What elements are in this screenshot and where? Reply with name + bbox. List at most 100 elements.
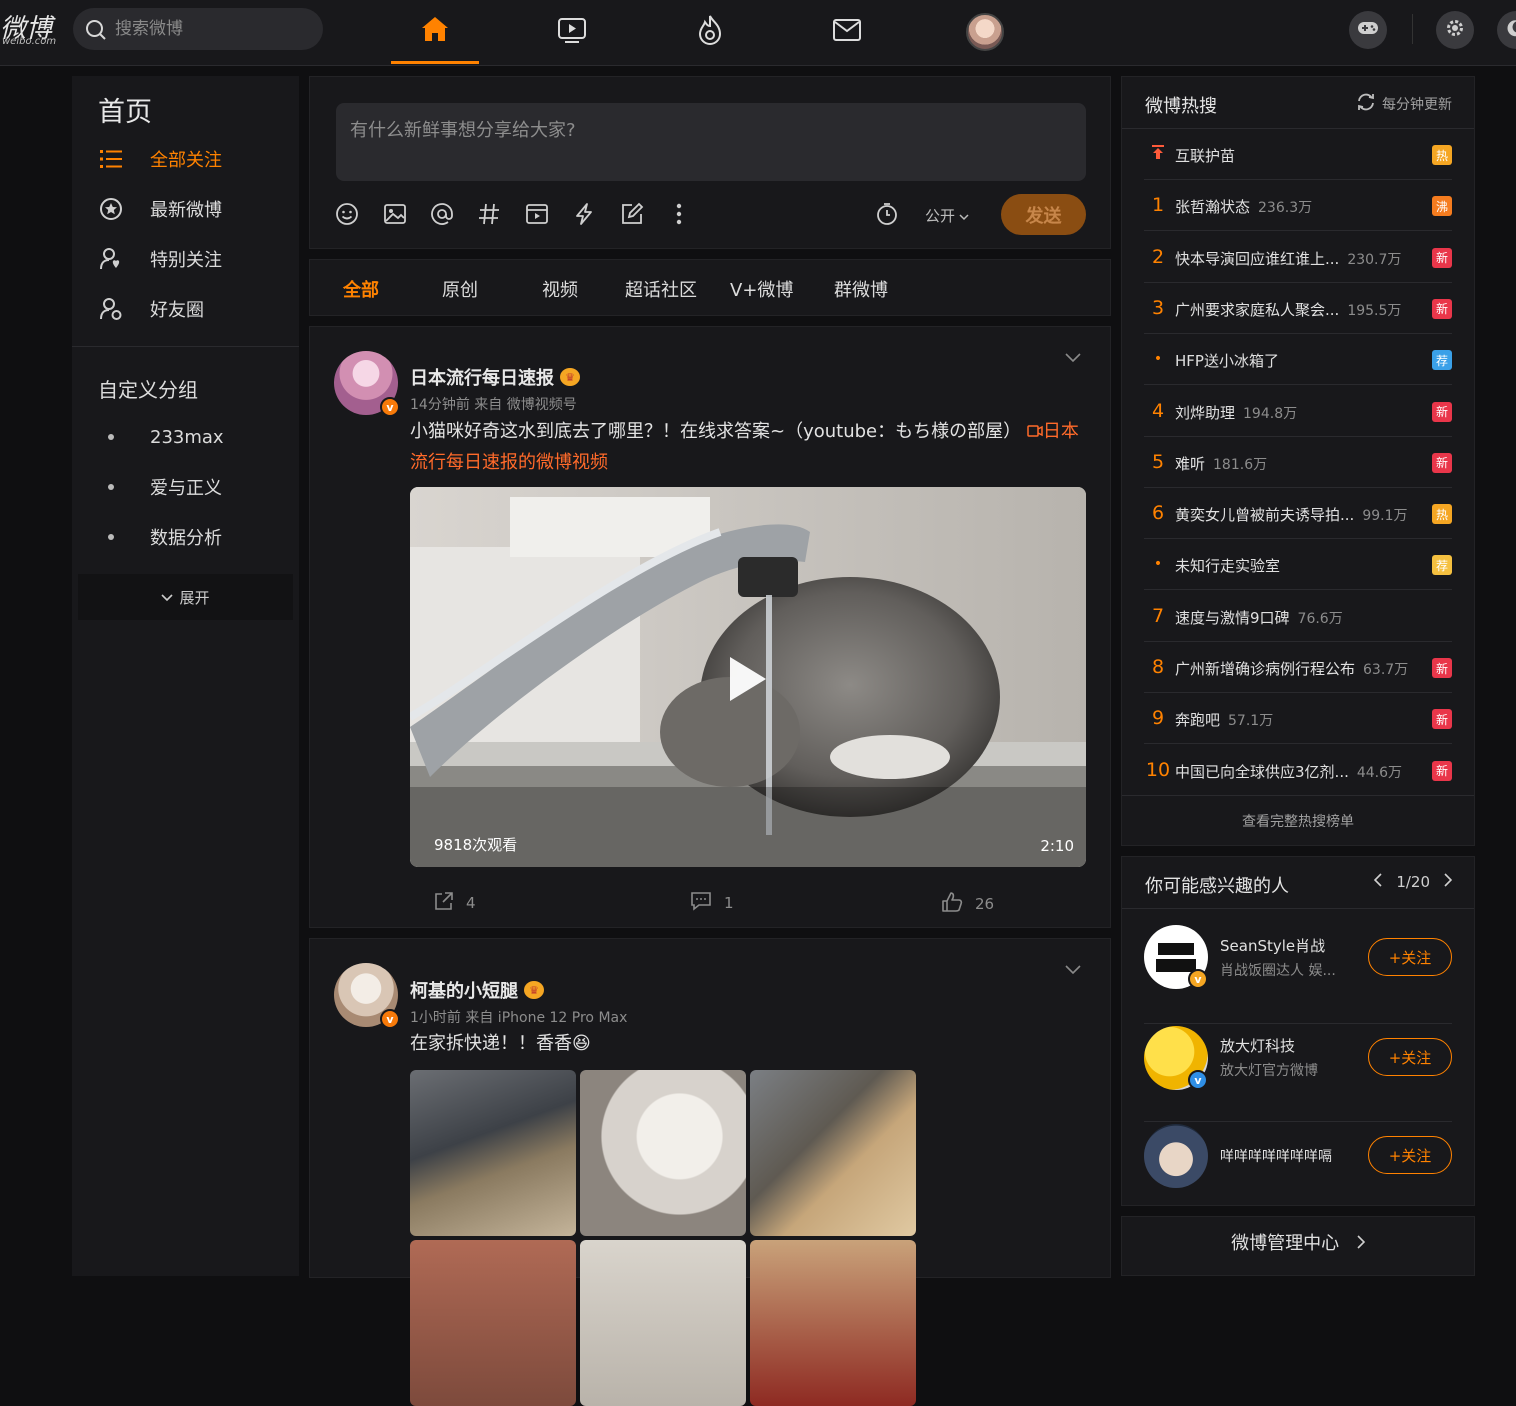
- hot-search-item[interactable]: 互联护苗 热: [1144, 129, 1452, 180]
- flash-button[interactable]: [569, 201, 599, 231]
- post-author[interactable]: 柯基的小短腿 ♛: [410, 977, 544, 1003]
- tab-vplus[interactable]: V+微博: [730, 276, 793, 302]
- game-button[interactable]: [1349, 11, 1387, 49]
- nav-hot[interactable]: [666, 0, 754, 64]
- hot-search-item[interactable]: 2 快本导演回应谁红谁上... 230.7万 新: [1144, 232, 1452, 283]
- refresh-icon: [1356, 93, 1376, 115]
- refresh-button[interactable]: 每分钟更新: [1356, 93, 1452, 115]
- hot-search-item[interactable]: • 未知行走实验室 荐: [1144, 539, 1452, 591]
- hot-badge: 新: [1432, 658, 1452, 678]
- nav-video[interactable]: [528, 0, 616, 64]
- post-image[interactable]: [410, 1240, 576, 1406]
- tab-video[interactable]: 视频: [542, 276, 578, 302]
- hot-search-item[interactable]: 3 广州要求家庭私人聚会... 195.5万 新: [1144, 283, 1452, 334]
- hot-count: 194.8万: [1243, 405, 1298, 422]
- view-full-hot-search-link[interactable]: 查看完整热搜榜单: [1122, 795, 1474, 845]
- hot-search-item[interactable]: 4 刘烨助理 194.8万 新: [1144, 386, 1452, 437]
- hot-search-item[interactable]: 7 速度与激情9口碑 76.6万: [1144, 591, 1452, 642]
- follow-button[interactable]: +关注: [1368, 1136, 1452, 1174]
- post-menu-button[interactable]: [1065, 961, 1081, 979]
- hot-search-item[interactable]: 8 广州新增确诊病例行程公布 63.7万 新: [1144, 642, 1452, 693]
- topic-button[interactable]: [474, 201, 504, 231]
- person-name[interactable]: 咩咩咩咩咩咩咩嗝: [1220, 1146, 1332, 1166]
- post-image[interactable]: [750, 1070, 916, 1236]
- nav-profile[interactable]: [941, 0, 1029, 64]
- mention-button[interactable]: [427, 201, 457, 231]
- hot-topic-text: 中国已向全球供应3亿剂...: [1175, 762, 1349, 781]
- hot-topic-text: 未知行走实验室: [1175, 557, 1281, 576]
- sidebar-item-all-follow[interactable]: 全部关注: [72, 137, 299, 181]
- sidebar-item-special[interactable]: 特别关注: [72, 237, 299, 281]
- weibo-logo[interactable]: 微博 weibo.com: [0, 8, 60, 48]
- post-image[interactable]: [410, 1070, 576, 1236]
- sidebar-item-latest[interactable]: 最新微博: [72, 187, 299, 231]
- follow-button[interactable]: +关注: [1368, 1038, 1452, 1076]
- theme-button[interactable]: [1497, 11, 1516, 49]
- hot-topic: HFP送小冰箱了: [1175, 350, 1279, 371]
- hot-badge: 新: [1432, 709, 1452, 730]
- like-button[interactable]: 26: [941, 891, 994, 917]
- video-player[interactable]: 9818次观看 2:10: [410, 487, 1086, 867]
- repost-button[interactable]: 4: [434, 891, 476, 915]
- person-name[interactable]: 放大灯科技: [1220, 1035, 1295, 1056]
- hot-topic: 刘烨助理 194.8万: [1175, 402, 1297, 423]
- group-item[interactable]: 数据分析: [72, 515, 299, 559]
- next-page-button[interactable]: [1444, 873, 1453, 891]
- group-item[interactable]: 233max: [72, 415, 299, 459]
- hot-topic-text: 奔跑吧: [1175, 711, 1221, 730]
- sidebar-title: 首页: [98, 97, 152, 128]
- header-divider: [1412, 14, 1413, 44]
- person-name[interactable]: SeanStyle肖战: [1220, 935, 1325, 956]
- hot-search-item[interactable]: 5 难听 181.6万 新: [1144, 437, 1452, 488]
- hot-badge: 热: [1432, 145, 1452, 165]
- tab-supertopic[interactable]: 超话社区: [625, 276, 697, 302]
- composer-input[interactable]: [336, 103, 1086, 181]
- follow-button[interactable]: +关注: [1368, 938, 1452, 976]
- post-image[interactable]: [580, 1240, 746, 1406]
- post-image[interactable]: [580, 1070, 746, 1236]
- edit-icon: [620, 202, 644, 230]
- tab-all[interactable]: 全部: [343, 276, 379, 302]
- tab-original[interactable]: 原创: [442, 276, 478, 302]
- hot-search-item[interactable]: 10 中国已向全球供应3亿剂... 44.6万 新: [1144, 745, 1452, 796]
- play-button[interactable]: [728, 655, 768, 707]
- hot-count: 76.6万: [1297, 610, 1343, 627]
- schedule-button[interactable]: [872, 201, 902, 231]
- nav-home[interactable]: [391, 0, 479, 64]
- hot-search-item[interactable]: 9 奔跑吧 57.1万 新: [1144, 693, 1452, 745]
- tab-group[interactable]: 群微博: [834, 276, 888, 302]
- gear-icon: [1445, 18, 1465, 42]
- more-button[interactable]: [664, 201, 694, 231]
- group-item[interactable]: 爱与正义: [72, 465, 299, 509]
- sidebar-item-friends[interactable]: 好友圈: [72, 287, 299, 331]
- post-author[interactable]: 日本流行每日速报 ♛: [410, 364, 580, 390]
- prev-page-button[interactable]: [1374, 873, 1382, 891]
- chevron-right-icon: [1357, 1233, 1365, 1254]
- emoji-button[interactable]: [332, 201, 362, 231]
- comment-button[interactable]: 1: [690, 891, 734, 915]
- hot-search-item[interactable]: 6 黄奕女儿曾被前夫诱导拍... 99.1万 热: [1144, 488, 1452, 540]
- article-button[interactable]: [617, 201, 647, 231]
- nav-messages[interactable]: [803, 0, 891, 64]
- post-image[interactable]: [750, 1240, 916, 1406]
- send-button[interactable]: 发送: [1001, 194, 1086, 235]
- video-upload-button[interactable]: [522, 201, 552, 231]
- hot-search-item[interactable]: • HFP送小冰箱了 荐: [1144, 334, 1452, 386]
- expand-groups-button[interactable]: 展开: [78, 574, 293, 620]
- visibility-select[interactable]: 公开: [925, 205, 969, 226]
- home-icon: [420, 15, 450, 47]
- hot-search-item[interactable]: 1 张哲瀚状态 236.3万 沸: [1144, 180, 1452, 232]
- weibo-management-center[interactable]: 微博管理中心: [1121, 1216, 1475, 1276]
- video-icon: [525, 202, 549, 230]
- hot-count: 236.3万: [1258, 200, 1313, 217]
- search-box[interactable]: [73, 8, 323, 50]
- post-menu-button[interactable]: [1065, 349, 1081, 367]
- suggest-pager: 1/20: [1374, 873, 1453, 891]
- image-icon: [383, 202, 407, 230]
- image-button[interactable]: [380, 201, 410, 231]
- person-avatar[interactable]: [1144, 1124, 1208, 1188]
- post-body: 在家拆快递！！香香: [410, 1033, 572, 1054]
- search-input[interactable]: [115, 18, 305, 40]
- settings-button[interactable]: [1436, 11, 1474, 49]
- list-icon: [72, 149, 150, 169]
